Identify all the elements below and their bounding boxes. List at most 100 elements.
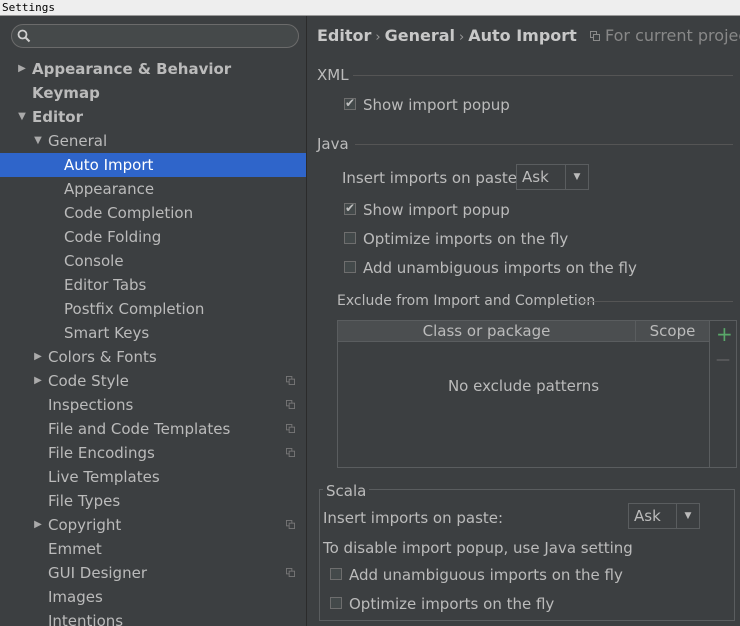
column-scope[interactable]: Scope <box>636 321 709 341</box>
scala-insert-imports-label: Insert imports on paste: <box>323 509 504 527</box>
java-insert-imports-value: Ask <box>522 168 549 186</box>
sidebar-item-code-folding[interactable]: Code Folding <box>0 225 306 249</box>
breadcrumb-editor: Editor <box>317 26 372 45</box>
scala-popup-note: To disable import popup, use Java settin… <box>323 539 633 557</box>
sidebar-item-images[interactable]: Images <box>0 585 306 609</box>
sidebar-item-label: GUI Designer <box>48 564 147 582</box>
sidebar-item-label: Auto Import <box>64 156 154 174</box>
breadcrumb-separator: › <box>375 30 381 45</box>
sidebar-item-label: File Types <box>48 492 121 510</box>
xml-show-popup-checkbox[interactable]: ✔ <box>344 96 356 110</box>
sidebar-item-gui-designer[interactable]: GUI Designer <box>0 561 306 585</box>
project-settings-icon <box>286 376 295 385</box>
chevron-down-icon: ▼ <box>676 504 699 528</box>
exclude-patterns-table[interactable]: Class or package Scope No exclude patter… <box>337 320 710 468</box>
breadcrumb-separator: › <box>459 30 465 45</box>
sidebar-item-label: Editor Tabs <box>64 276 147 294</box>
sidebar-item-postfix-completion[interactable]: Postfix Completion <box>0 297 306 321</box>
scala-section-title: Scala <box>323 482 370 500</box>
scala-insert-imports-value: Ask <box>634 507 661 525</box>
sidebar-item-label: Colors & Fonts <box>48 348 157 366</box>
project-settings-icon <box>286 568 295 577</box>
java-optimize-checkbox[interactable] <box>344 232 356 244</box>
sidebar-item-label: Code Style <box>48 372 129 390</box>
chevron-down-icon[interactable]: ▼ <box>17 105 27 129</box>
sidebar-item-label: Images <box>48 588 103 606</box>
xml-section-title: XML <box>317 66 349 84</box>
chevron-down-icon[interactable]: ▼ <box>33 129 43 153</box>
java-show-popup-label: Show import popup <box>363 201 510 219</box>
settings-sidebar: ▶ Appearance & Behavior Keymap ▼ Editor ▼ Gene… <box>0 16 307 626</box>
sidebar-item-editor-tabs[interactable]: Editor Tabs <box>0 273 306 297</box>
empty-table-message: No exclude patterns <box>447 377 600 395</box>
sidebar-item-live-templates[interactable]: Live Templates <box>0 465 306 489</box>
sidebar-item-appearance[interactable]: Appearance <box>0 177 306 201</box>
sidebar-item-auto-import[interactable]: Auto Import <box>0 153 306 177</box>
chevron-right-icon[interactable]: ▶ <box>17 57 27 81</box>
sidebar-item-label: Postfix Completion <box>64 300 205 318</box>
java-add-unambiguous-checkbox[interactable] <box>344 261 356 273</box>
chevron-right-icon[interactable]: ▶ <box>33 369 43 393</box>
sidebar-item-editor[interactable]: ▼ Editor <box>0 105 306 129</box>
sidebar-item-label: Inspections <box>48 396 134 414</box>
xml-section-divider <box>353 75 733 76</box>
java-add-unambiguous-label: Add unambiguous imports on the fly <box>363 259 637 277</box>
java-insert-imports-select[interactable]: Ask ▼ <box>516 164 589 190</box>
chevron-right-icon[interactable]: ▶ <box>33 513 43 537</box>
sidebar-item-file-types[interactable]: File Types <box>0 489 306 513</box>
sidebar-item-code-completion[interactable]: Code Completion <box>0 201 306 225</box>
sidebar-item-keymap[interactable]: Keymap <box>0 81 306 105</box>
java-optimize-label: Optimize imports on the fly <box>363 230 569 248</box>
java-show-popup-checkbox[interactable]: ✔ <box>344 201 356 215</box>
sidebar-item-code-style[interactable]: ▶ Code Style <box>0 369 306 393</box>
window-title: Settings <box>0 0 740 16</box>
xml-show-popup-label: Show import popup <box>363 96 510 114</box>
column-class-or-package[interactable]: Class or package <box>338 321 636 341</box>
search-input[interactable] <box>11 24 299 48</box>
java-section-divider <box>355 144 733 145</box>
sidebar-item-label: General <box>48 132 108 150</box>
sidebar-item-label: Appearance & Behavior <box>32 60 232 78</box>
sidebar-item-file-and-code-templates[interactable]: File and Code Templates <box>0 417 306 441</box>
sidebar-item-file-encodings[interactable]: File Encodings <box>0 441 306 465</box>
sidebar-item-label: Editor <box>32 108 83 126</box>
sidebar-item-label: Console <box>64 252 124 270</box>
sidebar-item-label: File and Code Templates <box>48 420 231 438</box>
sidebar-item-label: Smart Keys <box>64 324 150 342</box>
breadcrumb: Editor › General › Auto Import For current p… <box>317 26 740 45</box>
sidebar-item-label: Intentions <box>48 612 124 626</box>
sidebar-item-inspections[interactable]: Inspections <box>0 393 306 417</box>
breadcrumb-general: General <box>384 26 456 45</box>
sidebar-item-label: Code Completion <box>64 204 194 222</box>
sidebar-item-smart-keys[interactable]: Smart Keys <box>0 321 306 345</box>
scala-add-unambiguous-label: Add unambiguous imports on the fly <box>349 566 623 584</box>
checkmark-icon: ✔ <box>345 201 356 215</box>
exclude-section-divider <box>579 301 733 302</box>
add-icon[interactable]: + <box>716 324 733 344</box>
remove-icon[interactable]: — <box>716 350 730 370</box>
project-settings-icon <box>286 424 295 433</box>
sidebar-item-emmet[interactable]: Emmet <box>0 537 306 561</box>
sidebar-item-label: Emmet <box>48 540 102 558</box>
sidebar-item-colors-fonts[interactable]: ▶ Colors & Fonts <box>0 345 306 369</box>
java-section-title: Java <box>317 135 349 153</box>
scala-optimize-checkbox[interactable] <box>330 597 342 609</box>
sidebar-item-copyright[interactable]: ▶ Copyright <box>0 513 306 537</box>
sidebar-item-label: Copyright <box>48 516 122 534</box>
sidebar-item-label: Code Folding <box>64 228 162 246</box>
project-settings-icon <box>286 448 295 457</box>
sidebar-item-console[interactable]: Console <box>0 249 306 273</box>
chevron-right-icon[interactable]: ▶ <box>33 345 43 369</box>
scala-add-unambiguous-checkbox[interactable] <box>330 568 342 580</box>
project-settings-icon <box>286 520 295 529</box>
project-settings-icon <box>286 400 295 409</box>
sidebar-item-label: File Encodings <box>48 444 155 462</box>
scala-insert-imports-select[interactable]: Ask ▼ <box>628 503 700 529</box>
sidebar-item-appearance-behavior[interactable]: ▶ Appearance & Behavior <box>0 57 306 81</box>
sidebar-item-general[interactable]: ▼ General <box>0 129 306 153</box>
sidebar-item-intentions[interactable]: Intentions <box>0 609 306 626</box>
sidebar-item-label: Appearance <box>64 180 155 198</box>
sidebar-item-label: Live Templates <box>48 468 160 486</box>
sidebar-item-label: Keymap <box>32 84 100 102</box>
checkmark-icon: ✔ <box>345 96 356 110</box>
